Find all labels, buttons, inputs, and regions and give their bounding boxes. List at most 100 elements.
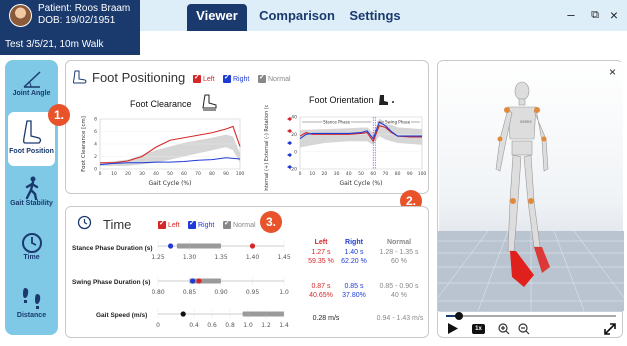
sidebar-item-joint-angle[interactable]: Joint Angle bbox=[5, 68, 58, 108]
y-tick-label: 2 bbox=[94, 154, 97, 160]
value-right: 1.40 s bbox=[344, 249, 364, 256]
play-icon[interactable] bbox=[448, 323, 458, 334]
3d-viewer-panel[interactable]: xsens × 1x bbox=[437, 60, 624, 339]
timeline-handle[interactable] bbox=[455, 312, 463, 320]
chart-title: Foot Clearance bbox=[130, 99, 192, 109]
panel-title: Foot Positioning bbox=[92, 70, 186, 85]
footprints-icon bbox=[22, 288, 40, 309]
zoom-out-icon[interactable] bbox=[518, 323, 530, 335]
scale-tick-label: 1.35 bbox=[214, 254, 228, 261]
tab-settings[interactable]: Settings bbox=[343, 4, 407, 31]
x-tick-label: 70 bbox=[383, 171, 389, 177]
x-tick-label: 50 bbox=[167, 171, 173, 177]
legend-normal[interactable]: Normal bbox=[223, 219, 256, 229]
panel-title: Time bbox=[103, 217, 132, 232]
swing-phase-scale: 0.80 0.85 0.90 0.95 1.0 bbox=[152, 276, 289, 296]
scale-tick-label: 1.30 bbox=[183, 254, 197, 261]
foot-orientation-chart: 40200-200 10 20 30 40 50 60 70 80 90 100Stance Pha… bbox=[264, 105, 427, 191]
header-left: Left bbox=[314, 239, 328, 246]
sidebar: Joint Angle Foot Position Gait Stability… bbox=[5, 60, 58, 335]
y-tick-label: 20 bbox=[291, 132, 297, 138]
row-label: Gait Speed (m/s) bbox=[96, 312, 148, 319]
legend-label: Normal bbox=[233, 221, 256, 229]
legend-right[interactable]: Right bbox=[188, 219, 215, 229]
sidebar-item-label: Distance bbox=[16, 312, 47, 319]
minimize-icon[interactable]: – bbox=[563, 6, 579, 24]
clock-icon bbox=[21, 233, 42, 253]
checkbox-left[interactable] bbox=[193, 73, 201, 83]
scale-tick-label: 1.4 bbox=[279, 322, 289, 329]
zoom-in-icon[interactable] bbox=[498, 323, 510, 335]
legend-label: Left bbox=[168, 221, 180, 229]
expand-icon[interactable] bbox=[604, 323, 616, 335]
timeline-track[interactable] bbox=[446, 315, 616, 317]
stance-phase-scale: 1.25 1.30 1.35 1.40 1.45 bbox=[152, 241, 291, 261]
svg-text:xsens: xsens bbox=[520, 119, 532, 124]
y-axis-label: Foot Clearance [cm] bbox=[81, 116, 87, 172]
x-tick-label: 40 bbox=[346, 171, 352, 177]
checkbox-right[interactable] bbox=[223, 73, 231, 83]
data-dot-right bbox=[168, 243, 174, 249]
scale-tick-label: 0.85 bbox=[183, 289, 197, 296]
scale-tick-label: 1.45 bbox=[277, 254, 291, 261]
close-icon[interactable]: × bbox=[606, 6, 622, 24]
step-badge-1: 1. bbox=[48, 104, 70, 126]
foot-clearance-chart: 024680 10 20 30 40 50 60 70 80 90 100Gait Cycle (%… bbox=[81, 116, 244, 187]
percent-normal: 40 % bbox=[391, 292, 407, 299]
sidebar-item-label: Foot Position bbox=[9, 148, 54, 155]
scale-tick-label: 1.2 bbox=[261, 322, 271, 329]
percent-left: 59.35 % bbox=[308, 258, 334, 265]
x-axis-label: Gait Cycle (%) bbox=[340, 180, 383, 187]
time-panel: Time Left Right Normal Left Right Normal… bbox=[65, 206, 429, 338]
sidebar-item-time[interactable]: Time bbox=[5, 232, 58, 272]
sidebar-item-gait-stability[interactable]: Gait Stability bbox=[5, 176, 58, 216]
x-tick-label: 0 bbox=[299, 171, 302, 177]
walking-person-icon bbox=[25, 176, 38, 200]
checkbox-right[interactable] bbox=[188, 219, 196, 229]
sidebar-item-foot-position[interactable]: Foot Position bbox=[8, 112, 55, 166]
legend-right[interactable]: Right bbox=[223, 73, 250, 83]
x-tick-label: 90 bbox=[223, 171, 229, 177]
checkbox-normal[interactable] bbox=[258, 73, 266, 83]
data-dot-speed bbox=[180, 311, 186, 317]
sidebar-item-distance[interactable]: Distance bbox=[5, 286, 58, 328]
3d-skeleton-viewport[interactable]: xsens bbox=[438, 61, 624, 339]
data-dot-right bbox=[190, 278, 196, 284]
y-axis-label: Internal (+) External (-) Rotation (deg.… bbox=[264, 105, 270, 191]
scale-tick-label: 0 bbox=[156, 322, 160, 329]
annotation-stance: Stance Phase bbox=[323, 120, 351, 125]
checkbox-left[interactable] bbox=[158, 219, 166, 229]
x-tick-label: 20 bbox=[125, 171, 131, 177]
x-tick-label: 70 bbox=[195, 171, 201, 177]
clock-icon bbox=[77, 215, 92, 230]
scale-tick-label: 0.90 bbox=[214, 289, 228, 296]
x-tick-label: 100 bbox=[418, 171, 427, 177]
x-tick-label: 30 bbox=[139, 171, 145, 177]
restore-icon[interactable]: ⧉ bbox=[587, 6, 603, 24]
y-tick-label: 40 bbox=[291, 115, 297, 121]
legend-label: Right bbox=[198, 221, 215, 229]
row-label: Stance Phase Duration (s) bbox=[72, 245, 153, 252]
legend-label: Right bbox=[233, 75, 250, 83]
legend-left[interactable]: Left bbox=[193, 73, 215, 83]
percent-left: 40.65% bbox=[309, 292, 333, 299]
y-tick-label: 0 bbox=[294, 149, 297, 155]
x-tick-label: 60 bbox=[181, 171, 187, 177]
speed-button[interactable]: 1x bbox=[472, 324, 485, 334]
viewer-close-icon[interactable]: × bbox=[609, 65, 616, 79]
tab-viewer[interactable]: Viewer bbox=[187, 4, 247, 31]
gait-speed-scale: 0 0.4 0.6 0.8 1.0 1.2 1.4 bbox=[156, 309, 289, 329]
patient-avatar bbox=[9, 4, 32, 27]
value-left: 0.87 s bbox=[311, 283, 331, 290]
x-tick-label: 90 bbox=[407, 171, 413, 177]
foot-position-icon bbox=[73, 70, 87, 84]
header-right: Right bbox=[345, 239, 363, 246]
legend-normal[interactable]: Normal bbox=[258, 73, 291, 83]
checkbox-normal[interactable] bbox=[223, 219, 231, 229]
legend-left[interactable]: Left bbox=[158, 219, 180, 229]
joint-angle-icon bbox=[22, 71, 41, 88]
test-name: Test 3/5/21, 10m Walk bbox=[5, 39, 104, 50]
legend-label: Left bbox=[203, 75, 215, 83]
scale-tick-label: 1.0 bbox=[279, 289, 289, 296]
tab-comparison[interactable]: Comparison bbox=[253, 4, 341, 31]
